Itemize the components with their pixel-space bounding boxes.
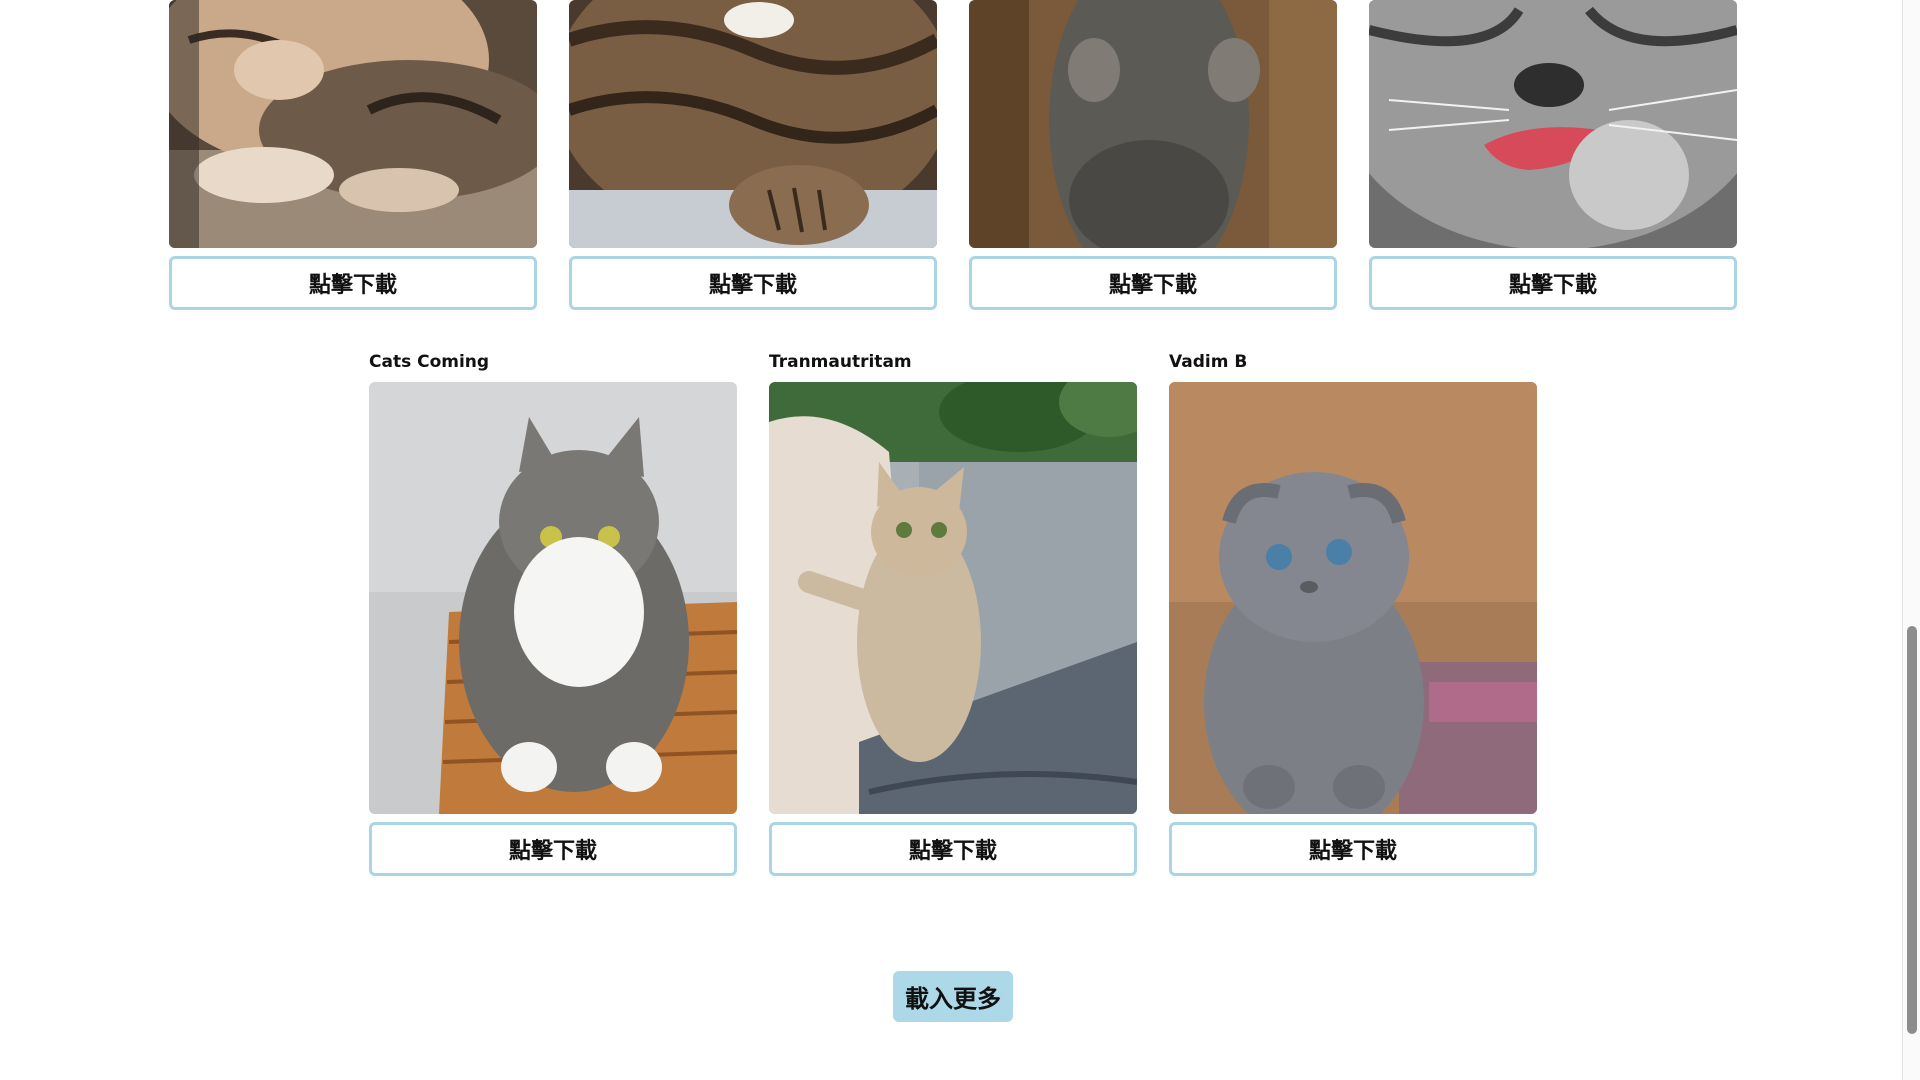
cat-licking-paw-photo[interactable]	[1369, 0, 1737, 248]
scrollbar-thumb[interactable]	[1907, 626, 1917, 1034]
photographer-name[interactable]: Vadim B	[1169, 352, 1247, 372]
cat-grey-white-basket-photo[interactable]	[369, 382, 737, 814]
download-button[interactable]: 點擊下載	[769, 822, 1137, 876]
kitten-on-sofa-photo[interactable]	[769, 382, 1137, 814]
load-more-button[interactable]: 載入更多	[893, 971, 1013, 1022]
download-button[interactable]: 點擊下載	[369, 822, 737, 876]
grey-scottish-fold-kitten-photo[interactable]	[1169, 382, 1537, 814]
photographer-name[interactable]: Cats Coming	[369, 352, 489, 372]
download-button[interactable]: 點擊下載	[969, 256, 1337, 310]
download-button[interactable]: 點擊下載	[569, 256, 937, 310]
cat-grey-standing-photo[interactable]	[969, 0, 1337, 248]
gallery-page: 點擊下載 點擊下載 點擊下載 點擊下載 Cats Coming 點擊下載 Tra…	[0, 0, 1920, 1080]
scrollbar[interactable]	[1902, 0, 1920, 1080]
cat-tabby-paws-photo[interactable]	[569, 0, 937, 248]
cat-sleeping-tabby-photo[interactable]	[169, 0, 537, 248]
download-button[interactable]: 點擊下載	[1169, 822, 1537, 876]
photographer-name[interactable]: Tranmautritam	[769, 352, 912, 372]
download-button[interactable]: 點擊下載	[1369, 256, 1737, 310]
download-button[interactable]: 點擊下載	[169, 256, 537, 310]
